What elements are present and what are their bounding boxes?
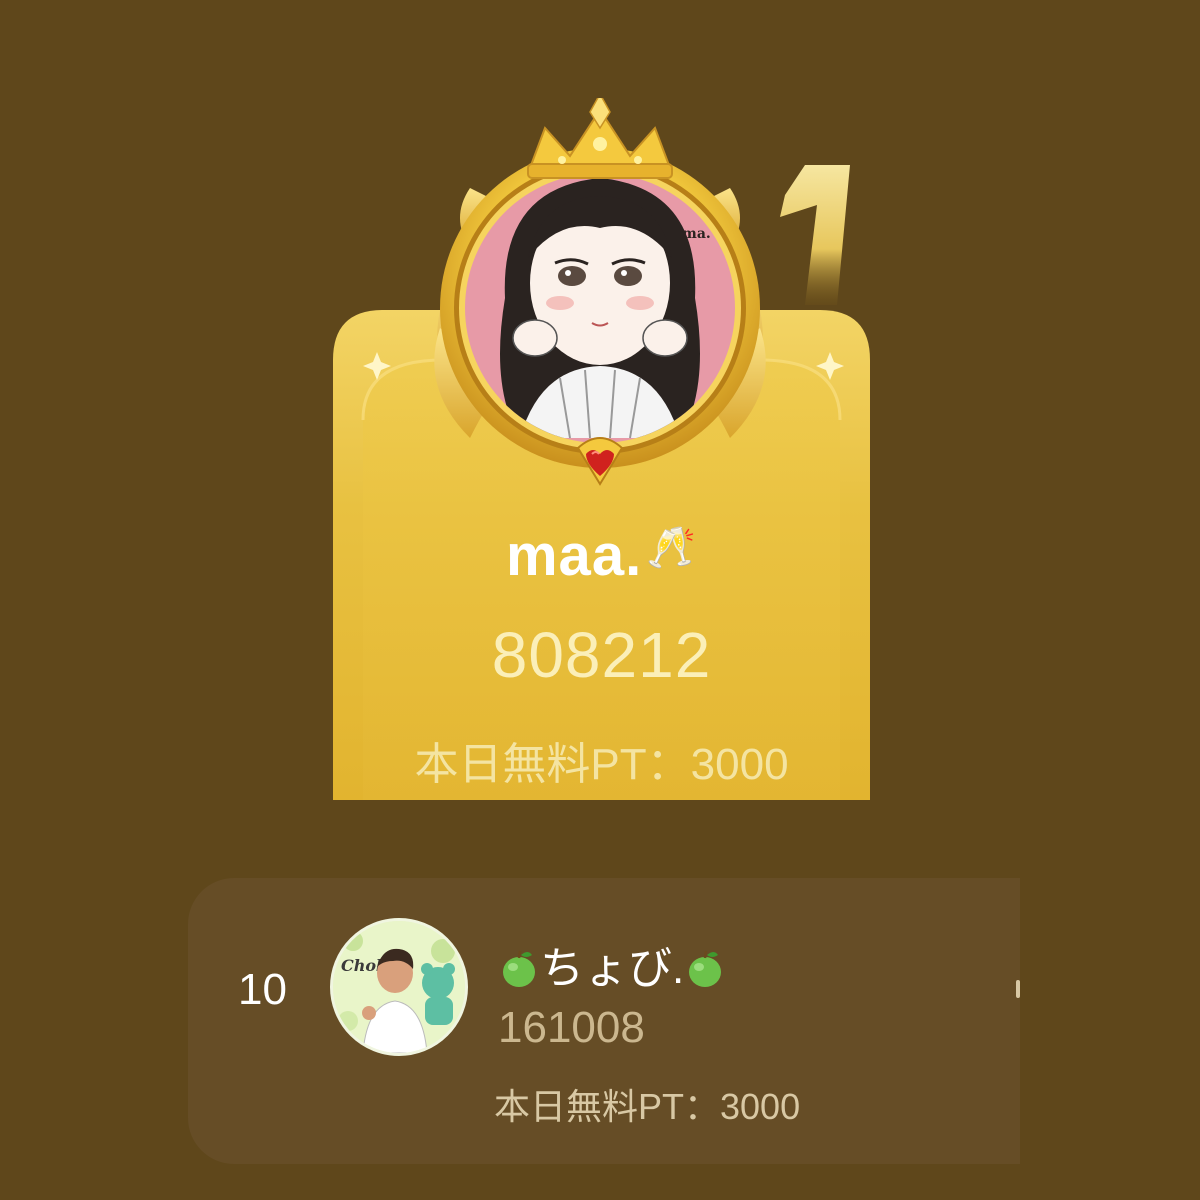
crown-laurel-frame-icon: ma. [434, 98, 766, 486]
top-ranker-free-points: 本日無料PT：3000 [414, 740, 789, 789]
svg-text:ma.: ma. [682, 226, 711, 242]
top-ranker-name: maa. 🥂 [333, 522, 870, 589]
rank-number-one [780, 165, 850, 305]
crown-icon [527, 98, 673, 179]
row-edge-indicator [1016, 980, 1020, 998]
row-user-name-text: ちょび. [540, 944, 685, 993]
green-apple-icon [503, 950, 535, 987]
champagne-icon: 🥂 [646, 526, 697, 570]
top-ranker-avatar-frame[interactable]: ma. [410, 98, 790, 498]
green-apple-icon [689, 950, 722, 987]
avatar-image: Chobi [333, 921, 465, 1053]
row-rank-number: 10 [238, 965, 287, 1014]
row-user-free-points: 本日無料PT：3000 [494, 1086, 801, 1127]
row-user-score: 161008 [498, 1003, 645, 1052]
user-photo-avatar[interactable]: Chobi [330, 918, 468, 1056]
top-ranker-name-text: maa. [505, 523, 643, 588]
row-user-name: ちょび. [498, 932, 726, 996]
top-ranker-score: 808212 [491, 619, 712, 691]
ranking-screen: maa. 🥂 808212 本日無料PT：3000 ma. 10 Chobi ち… [0, 0, 1200, 1200]
